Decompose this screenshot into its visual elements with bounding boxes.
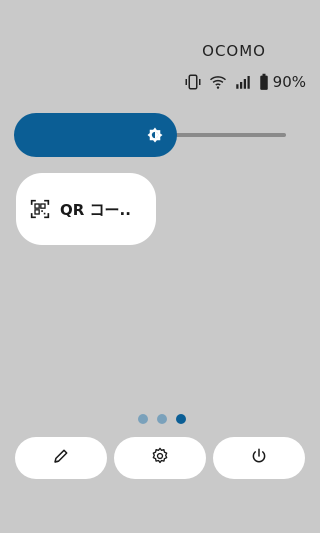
- page-indicator: [138, 414, 186, 424]
- edit-icon: [52, 447, 70, 469]
- page-dot[interactable]: [138, 414, 148, 424]
- settings-button[interactable]: [114, 437, 206, 479]
- status-icons: 90%: [184, 72, 306, 92]
- battery-percent: 90%: [272, 73, 306, 91]
- edit-button[interactable]: [15, 437, 107, 479]
- carrier-name: OCOMO: [202, 42, 266, 60]
- signal-icon: [234, 73, 252, 91]
- qr-code-scanner-icon: [30, 199, 50, 219]
- qr-scanner-tile[interactable]: QR コー..: [16, 173, 156, 245]
- brightness-auto-icon[interactable]: [146, 126, 164, 144]
- power-icon: [250, 447, 268, 469]
- page-dot-active[interactable]: [176, 414, 186, 424]
- power-button[interactable]: [213, 437, 305, 479]
- wifi-icon: [209, 73, 227, 91]
- vibrate-icon: [184, 73, 202, 91]
- settings-icon: [151, 447, 169, 469]
- tile-label: QR コー..: [60, 200, 131, 219]
- battery-icon: [259, 73, 269, 91]
- page-dot[interactable]: [157, 414, 167, 424]
